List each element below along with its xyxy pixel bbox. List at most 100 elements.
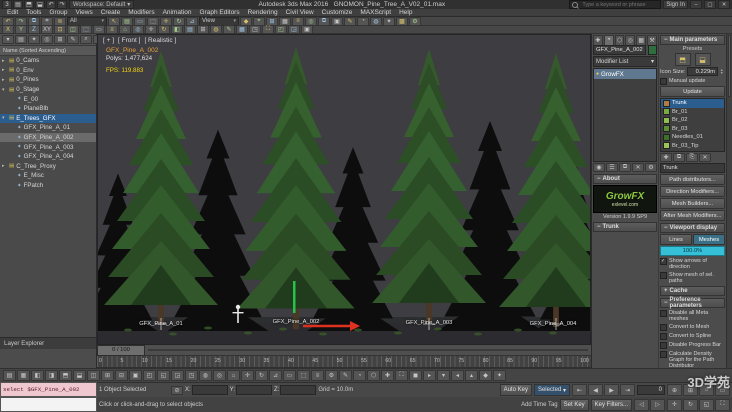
- preference-checkbox[interactable]: Convert to Mesh: [660, 324, 725, 331]
- menu-item[interactable]: MAXScript: [356, 9, 395, 16]
- toolbar-icon[interactable]: ▣: [331, 16, 343, 26]
- maximize-viewport-icon[interactable]: ⛶: [715, 398, 730, 411]
- object-color-swatch[interactable]: [647, 45, 657, 55]
- current-frame-field[interactable]: 0: [637, 385, 665, 395]
- preference-parameters-header[interactable]: − Preference parameters: [660, 297, 725, 309]
- viewport-menu-shading[interactable]: [ Realistic ]: [144, 37, 176, 44]
- axis-constraint-icon[interactable]: XY: [41, 25, 54, 34]
- display-checkbox[interactable]: Show mesh of sel. paths: [660, 272, 725, 284]
- explorer-tool-icon[interactable]: ◎: [41, 35, 53, 44]
- app-logo-icon[interactable]: 3: [2, 0, 12, 9]
- maxscript-macro-recorder[interactable]: select $GFX_Pine_A_002: [0, 382, 97, 397]
- axis-constraint-icon[interactable]: X: [2, 25, 14, 34]
- hierarchy-tab-icon[interactable]: ⬡: [614, 34, 625, 46]
- toolbar-icon[interactable]: ✎: [223, 25, 236, 34]
- checkbox-icon[interactable]: [660, 272, 667, 279]
- list-item[interactable]: ✦ E_00: [0, 94, 96, 104]
- modify-tab-icon[interactable]: ◔: [603, 34, 614, 46]
- menu-item[interactable]: Customize: [318, 9, 357, 16]
- trunk-rollout-header[interactable]: − Trunk: [593, 222, 657, 232]
- menu-item[interactable]: Create: [97, 9, 125, 16]
- search-input[interactable]: [580, 0, 659, 9]
- toolbar-icon[interactable]: ⬚: [297, 370, 310, 381]
- toolbar-icon[interactable]: ⬒: [59, 370, 72, 381]
- toolbar-icon[interactable]: ⊞: [197, 25, 210, 34]
- about-rollout-header[interactable]: − About: [593, 174, 657, 184]
- checkbox-icon[interactable]: [660, 324, 667, 331]
- explorer-tool-icon[interactable]: ⌕: [80, 35, 92, 44]
- path-list-item[interactable]: Needles_01: [661, 133, 724, 142]
- path-color-chip[interactable]: [663, 116, 670, 124]
- time-slider-thumb[interactable]: 0 / 100: [97, 344, 145, 356]
- list-item[interactable]: ✦ GFX_Pine_A_004: [0, 152, 96, 162]
- playback-icon[interactable]: ⇥: [620, 384, 635, 396]
- explorer-tool-icon[interactable]: ⊞: [54, 35, 66, 44]
- lines-button[interactable]: Lines: [660, 234, 692, 245]
- toolbar-icon[interactable]: ⬚: [80, 25, 93, 34]
- preference-checkbox[interactable]: Calculate Density Graph for the Path Dis…: [660, 351, 725, 369]
- list-item[interactable]: ▾ ▤ 0_Stage: [0, 85, 96, 95]
- meshes-button[interactable]: Meshes: [693, 234, 725, 245]
- toolbar-icon[interactable]: ◰: [275, 25, 288, 34]
- add-time-tag[interactable]: Add Time Tag: [521, 402, 558, 408]
- toolbar-icon[interactable]: ⧉: [318, 16, 330, 26]
- viewport-canvas[interactable]: [98, 35, 591, 345]
- path-list-item[interactable]: Br_03_Tip: [661, 142, 724, 151]
- axis-constraint-icon[interactable]: Y: [15, 25, 27, 34]
- toolbar-icon[interactable]: ⊞: [101, 370, 114, 381]
- cache-header[interactable]: + Cache: [660, 286, 725, 296]
- toolbar-icon[interactable]: ↻: [158, 25, 171, 34]
- workspace-selector[interactable]: Workspace: Default ▾: [69, 0, 135, 9]
- toolbar-icon[interactable]: ⌂: [119, 25, 132, 34]
- toolbar-icon[interactable]: ⊡: [54, 25, 67, 34]
- parameters-button[interactable]: Direction Modifiers...: [660, 186, 725, 197]
- checkbox-icon[interactable]: [660, 258, 667, 265]
- toolbar-icon[interactable]: ⛶: [262, 25, 275, 34]
- save-preset-icon[interactable]: ⬓: [694, 53, 711, 66]
- toolbar-icon[interactable]: ◔: [357, 16, 369, 26]
- menu-item[interactable]: Edit: [3, 9, 22, 16]
- toolbar-icon[interactable]: ⚙: [409, 16, 421, 26]
- toolbar-icon[interactable]: ⬓: [73, 370, 86, 381]
- preference-checkbox[interactable]: Disable all Meta meshes: [660, 310, 725, 322]
- preference-checkbox[interactable]: Disable Progress Bar: [660, 342, 725, 349]
- toolbar-icon[interactable]: ◍: [210, 25, 223, 34]
- new-file-icon[interactable]: ▤: [13, 0, 23, 9]
- spinner-arrows[interactable]: ▲ ▼: [720, 68, 725, 75]
- toolbar-icon[interactable]: ◧: [31, 370, 44, 381]
- path-color-chip[interactable]: [663, 99, 670, 107]
- playback-icon[interactable]: ⇤: [572, 384, 587, 396]
- toolbar-icon[interactable]: ◍: [199, 370, 212, 381]
- time-slider-track[interactable]: [148, 349, 588, 351]
- list-item[interactable]: ✦ GFX_Pine_A_01: [0, 123, 96, 133]
- explorer-tool-icon[interactable]: ▾: [2, 35, 14, 44]
- toolbar-icon[interactable]: ⚙: [325, 370, 338, 381]
- toolbar-icon[interactable]: ◼: [409, 370, 422, 381]
- toolbar-icon[interactable]: ▾: [437, 370, 450, 381]
- utilities-tab-icon[interactable]: ⚒: [647, 34, 657, 46]
- expand-arrow-icon[interactable]: ▾: [2, 87, 7, 93]
- display-tab-icon[interactable]: ▦: [636, 34, 647, 46]
- remove-modifier-icon[interactable]: ✕: [632, 163, 644, 172]
- viewport-display-header[interactable]: − Viewport display: [660, 223, 725, 233]
- sign-in-button[interactable]: Sign In: [663, 0, 688, 9]
- toolbar-icon[interactable]: ✎: [344, 16, 356, 26]
- toolbar-icon[interactable]: ◍: [370, 16, 382, 26]
- toolbar-icon[interactable]: ◳: [185, 370, 198, 381]
- toolbar-icon[interactable]: ◫: [67, 25, 80, 34]
- viewport-menu-view[interactable]: [ Front ]: [118, 37, 140, 44]
- axis-constraint-icon[interactable]: Z: [28, 25, 40, 34]
- toolbar-icon[interactable]: ◳: [249, 25, 262, 34]
- toolbar-icon[interactable]: ✛: [145, 25, 158, 34]
- main-parameters-header[interactable]: − Main parameters: [660, 35, 725, 45]
- manual-update-checkbox[interactable]: Manual update: [660, 78, 725, 85]
- set-key-button[interactable]: Set Key: [559, 398, 589, 411]
- toolbar-icon[interactable]: ▭: [283, 370, 296, 381]
- explorer-tool-icon[interactable]: ✎: [67, 35, 79, 44]
- path-name-field[interactable]: Trunk: [660, 163, 725, 173]
- list-item[interactable]: ▸ ▤ C_Tree_Proxy: [0, 162, 96, 172]
- toolbar-icon[interactable]: ✛: [241, 370, 254, 381]
- toolbar-icon[interactable]: ◔: [353, 370, 366, 381]
- menu-item[interactable]: Help: [395, 9, 416, 16]
- close-button[interactable]: ✕: [718, 0, 730, 9]
